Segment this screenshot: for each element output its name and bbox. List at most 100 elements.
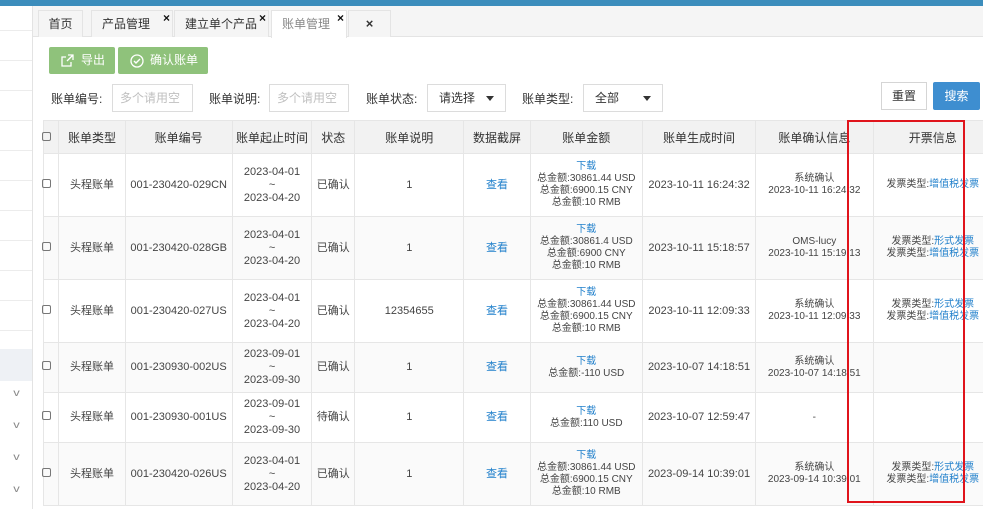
invoice-type-link[interactable]: 增值税发票 — [929, 474, 979, 485]
status-select[interactable]: 请选择 — [427, 84, 506, 112]
sidebar-selected-item[interactable] — [0, 349, 32, 381]
select-all-checkbox[interactable] — [41, 120, 60, 154]
table-row[interactable]: 头程账单 001-230420-026US 2023-04-01 ~2023-04-2… — [41, 442, 983, 506]
chevron-down-icon[interactable]: v — [13, 452, 20, 463]
bill-desc-label: 账单说明: — [209, 92, 261, 106]
status-cell: 已确认 — [311, 342, 356, 393]
confirm-line: 2023-10-11 15:19:13 — [768, 248, 861, 259]
view-link[interactable]: 查看 — [486, 179, 508, 191]
screenshot-cell: 查看 — [463, 216, 531, 280]
tab-create-product[interactable]: 建立单个产品 × — [174, 10, 269, 37]
checkbox-icon[interactable] — [41, 304, 51, 314]
invoice-type-link[interactable]: 形式发票 — [934, 236, 974, 247]
sidebar-divider — [0, 150, 32, 151]
confirm-cell: 系统确认 2023-09-14 10:39:01 — [755, 442, 874, 506]
chevron-down-icon[interactable]: v — [13, 388, 20, 399]
created-cell: 2023-09-14 10:39:01 — [641, 442, 757, 506]
created-time: 2023-10-11 16:24:32 — [648, 178, 750, 191]
invoice-type-label: 发票类型: — [886, 311, 930, 322]
download-link[interactable]: 下载 — [531, 287, 642, 299]
export-icon — [61, 54, 74, 67]
close-icon[interactable]: × — [366, 16, 374, 31]
table-row[interactable]: 头程账单 001-230930-001US 2023-09-01 ~2023-09-3… — [41, 392, 983, 443]
close-icon[interactable]: × — [259, 5, 266, 31]
invoice-cell — [872, 342, 983, 393]
export-button[interactable]: 导出 — [49, 47, 115, 74]
table-row[interactable]: 头程账单 001-230930-002US 2023-09-01 ~2023-09-3… — [41, 342, 983, 393]
invoice-type-link[interactable]: 增值税发票 — [929, 179, 979, 190]
bill-no-input[interactable]: 多个请用空 — [112, 84, 193, 112]
period-start: 2023-09-01 — [243, 348, 301, 360]
search-button[interactable]: 搜索 — [933, 82, 980, 110]
bill-no-placeholder: 多个请用空 — [120, 91, 181, 105]
status: 已确认 — [316, 361, 350, 373]
download-link[interactable]: 下载 — [531, 356, 642, 368]
bill-desc: 1 — [406, 241, 413, 254]
table-row[interactable]: 头程账单 001-230420-029CN 2023-04-01 ~2023-04-2… — [41, 153, 983, 217]
bill-desc-input[interactable]: 多个请用空 — [269, 84, 349, 112]
tab-label: 建立单个产品 — [185, 17, 258, 31]
tab-bill-management[interactable]: 账单管理 × — [271, 10, 347, 38]
desc-cell: 1 — [354, 216, 465, 280]
view-link[interactable]: 查看 — [486, 468, 508, 480]
download-link[interactable]: 下载 — [531, 224, 642, 236]
bill-type-cell: 头程账单 — [58, 216, 126, 280]
confirm-line: 系统确认 — [794, 299, 835, 310]
bill-no: 001-230420-029CN — [130, 178, 227, 191]
download-link[interactable]: 下载 — [531, 161, 642, 173]
invoice-line: 发票类型:形式发票 — [874, 236, 983, 248]
view-link[interactable]: 查看 — [486, 242, 508, 254]
tab-product-management[interactable]: 产品管理 × — [91, 10, 173, 37]
row-checkbox-cell[interactable] — [41, 153, 60, 217]
created-cell: 2023-10-11 12:09:33 — [641, 279, 757, 343]
row-checkbox-cell[interactable] — [41, 442, 60, 506]
view-link[interactable]: 查看 — [486, 411, 508, 423]
row-checkbox-cell[interactable] — [41, 279, 60, 343]
invoice-type-link[interactable]: 形式发票 — [934, 462, 974, 473]
checkbox-icon[interactable] — [41, 241, 51, 251]
checkbox-icon[interactable] — [41, 178, 51, 188]
tab-untitled[interactable]: × — [348, 10, 391, 37]
screenshot-cell: 查看 — [463, 279, 531, 343]
row-checkbox-cell[interactable] — [41, 342, 60, 393]
period-cell: 2023-04-01 ~2023-04-20 — [231, 216, 313, 280]
bill-no: 001-230930-002US — [130, 361, 227, 373]
sidebar-divider — [0, 270, 32, 271]
tab-home[interactable]: 首页 — [38, 10, 83, 37]
download-link[interactable]: 下载 — [531, 406, 642, 418]
status-value: 请选择 — [439, 91, 476, 105]
type-select[interactable]: 全部 — [583, 84, 663, 112]
confirm-bill-button[interactable]: 确认账单 — [118, 47, 208, 74]
caret-down-icon — [486, 96, 494, 101]
confirm-cell: - — [755, 392, 874, 443]
table-row[interactable]: 头程账单 001-230420-027US 2023-04-01 ~2023-04-2… — [41, 279, 983, 343]
chevron-down-icon[interactable]: v — [13, 484, 20, 495]
invoice-type-link[interactable]: 形式发票 — [934, 299, 974, 310]
sidebar-divider — [0, 240, 32, 241]
row-checkbox-cell[interactable] — [41, 392, 60, 443]
amount-cell: 下载 总金额:110 USD — [529, 392, 643, 443]
invoice-type-link[interactable]: 增值税发票 — [929, 311, 979, 322]
checkbox-icon[interactable] — [41, 361, 51, 370]
tab-bar: 首页 产品管理 × 建立单个产品 × 账单管理 × × — [33, 6, 983, 38]
close-icon[interactable]: × — [337, 5, 344, 31]
chevron-down-icon[interactable]: v — [13, 420, 20, 431]
view-link[interactable]: 查看 — [486, 305, 508, 317]
bill-type-cell: 头程账单 — [58, 279, 126, 343]
table-row[interactable]: 头程账单 001-230420-028GB 2023-04-01 ~2023-04-2… — [41, 216, 983, 280]
checkbox-icon[interactable] — [41, 411, 51, 420]
bill-desc-placeholder: 多个请用空 — [277, 91, 338, 105]
row-checkbox-cell[interactable] — [41, 216, 60, 280]
invoice-type-link[interactable]: 增值税发票 — [929, 248, 979, 259]
checkbox-icon[interactable] — [41, 467, 51, 477]
invoice-line: 发票类型:形式发票 — [874, 462, 983, 474]
reset-button[interactable]: 重置 — [881, 82, 927, 110]
bill-type: 头程账单 — [69, 411, 114, 423]
checkbox-icon[interactable] — [41, 132, 51, 141]
close-icon[interactable]: × — [163, 5, 170, 31]
amount-line: 总金额:6900.15 CNY — [539, 474, 633, 485]
desc-cell: 1 — [354, 392, 465, 443]
view-link[interactable]: 查看 — [486, 361, 508, 373]
invoice-type-label: 发票类型: — [891, 299, 935, 310]
download-link[interactable]: 下载 — [531, 450, 642, 462]
